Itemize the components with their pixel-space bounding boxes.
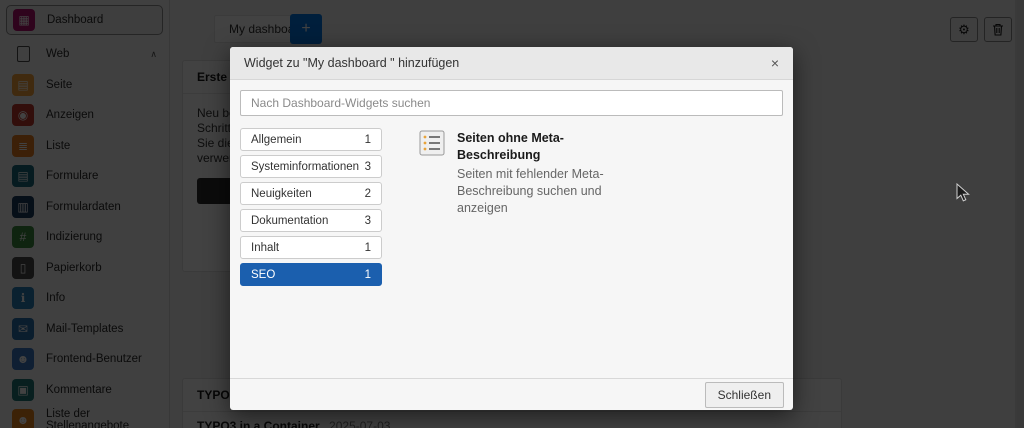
category-count: 3 — [364, 214, 371, 227]
category-count: 1 — [364, 241, 371, 254]
category-label: Neuigkeiten — [251, 187, 312, 200]
close-icon[interactable]: × — [771, 56, 779, 70]
modal-footer: Schließen — [230, 378, 793, 410]
widget-search-input[interactable] — [240, 90, 783, 116]
modal-columns: Allgemein 1 Systeminformationen 3 Neuigk… — [240, 128, 783, 286]
category-inhalt[interactable]: Inhalt 1 — [240, 236, 382, 259]
modal-title: Widget zu "My dashboard " hinzufügen — [244, 56, 460, 70]
pages-list-icon — [419, 130, 445, 156]
category-count: 2 — [364, 187, 371, 200]
category-seo-selected[interactable]: SEO 1 — [240, 263, 382, 286]
category-systeminformationen[interactable]: Systeminformationen 3 — [240, 155, 382, 178]
category-count: 3 — [364, 160, 371, 173]
modal-header: Widget zu "My dashboard " hinzufügen × — [230, 47, 793, 80]
widget-option-text: Seiten ohne Meta-Beschreibung Seiten mit… — [457, 130, 629, 217]
category-neuigkeiten[interactable]: Neuigkeiten 2 — [240, 182, 382, 205]
category-label: Allgemein — [251, 133, 302, 146]
close-button[interactable]: Schließen — [704, 381, 784, 408]
widget-category-list: Allgemein 1 Systeminformationen 3 Neuigk… — [240, 128, 382, 286]
modal-body: Allgemein 1 Systeminformationen 3 Neuigk… — [230, 80, 793, 378]
mouse-cursor — [956, 183, 970, 202]
widget-option-seiten-ohne-meta[interactable]: Seiten ohne Meta-Beschreibung Seiten mit… — [419, 130, 629, 217]
category-label: Inhalt — [251, 241, 280, 254]
add-widget-modal: Widget zu "My dashboard " hinzufügen × A… — [230, 47, 793, 410]
category-label: Dokumentation — [251, 214, 329, 227]
typo3-backend-screen: ▦ Dashboard Web ∧ ▤ Seite ◉ Anzeigen ≣ L… — [0, 0, 1024, 428]
category-count: 1 — [364, 268, 371, 281]
widget-option-description: Seiten mit fehlender Meta-Beschreibung s… — [457, 167, 604, 215]
category-dokumentation[interactable]: Dokumentation 3 — [240, 209, 382, 232]
category-allgemein[interactable]: Allgemein 1 — [240, 128, 382, 151]
widget-option-title: Seiten ohne Meta-Beschreibung — [457, 131, 564, 162]
category-label: SEO — [251, 268, 276, 281]
category-count: 1 — [364, 133, 371, 146]
category-label: Systeminformationen — [251, 160, 360, 173]
